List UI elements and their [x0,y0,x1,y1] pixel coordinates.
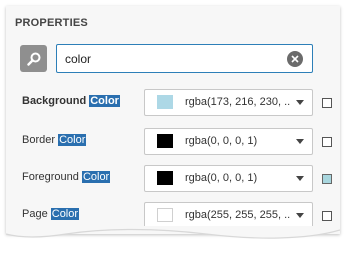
search-button[interactable] [20,45,47,72]
property-marker[interactable] [322,211,332,221]
search-match-highlight: Color [58,134,87,146]
panel-title: PROPERTIES [15,17,88,29]
chevron-down-icon[interactable] [296,176,304,181]
clear-search-button[interactable] [287,51,303,67]
clear-circle-icon [291,55,299,63]
chevron-down-icon[interactable] [296,139,304,144]
search-match-highlight: Color [89,95,120,107]
color-value: rgba(255, 255, 255, ... [185,209,290,221]
property-row-foreground-color: Foreground Color rgba(0, 0, 0, 1) [6,160,340,198]
color-swatch [157,208,173,222]
property-row-border-color: Border Color rgba(0, 0, 0, 1) [6,123,340,161]
property-marker[interactable] [322,98,332,108]
search-box[interactable] [56,44,313,73]
color-swatch [157,134,173,148]
search-match-highlight: Color [81,171,111,183]
color-editor[interactable]: rgba(0, 0, 0, 1) [144,128,313,155]
properties-panel: PROPERTIES Background Color rgba(173, 21… [6,6,340,234]
color-value: rgba(0, 0, 0, 1) [185,135,258,147]
torn-edge [6,226,340,239]
property-label: Page Color [22,208,80,220]
color-editor[interactable]: rgba(173, 216, 230, ... [144,89,313,116]
search-match-highlight: Color [50,208,80,220]
property-marker[interactable] [322,174,332,184]
property-marker[interactable] [322,137,332,147]
color-editor[interactable]: rgba(0, 0, 0, 1) [144,165,313,192]
magnifier-icon [26,52,40,66]
property-label: Border Color [22,134,87,146]
color-editor[interactable]: rgba(255, 255, 255, ... [144,202,313,229]
color-swatch [157,171,173,185]
color-value: rgba(173, 216, 230, ... [185,96,290,108]
property-label: Foreground Color [22,171,111,183]
search-input[interactable] [65,51,285,67]
property-label: Background Color [22,95,120,107]
chevron-down-icon[interactable] [296,100,304,105]
color-swatch [157,95,173,109]
property-row-background-color: Background Color rgba(173, 216, 230, ... [6,84,340,122]
color-value: rgba(0, 0, 0, 1) [185,172,258,184]
chevron-down-icon[interactable] [296,213,304,218]
